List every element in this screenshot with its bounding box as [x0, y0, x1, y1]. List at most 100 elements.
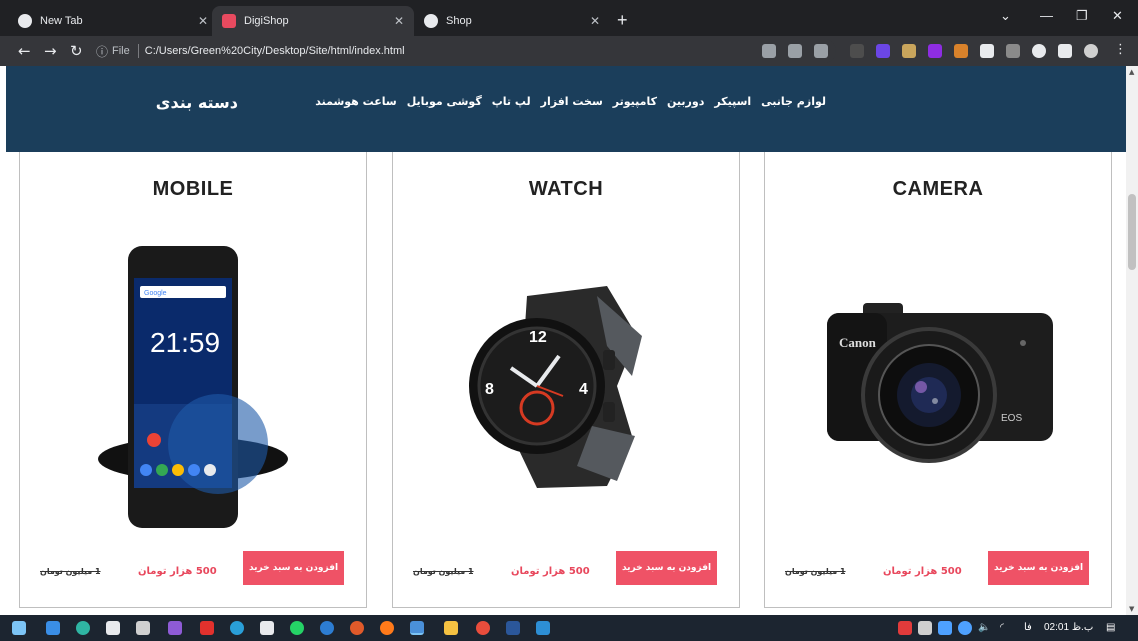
youtube-icon[interactable]: [200, 621, 214, 635]
price-old: 1 میلیون تومان: [40, 567, 101, 576]
browser-tab-strip: New Tab ✕ DigiShop ✕ Shop ✕ + ⌄ — ❐ ✕: [0, 0, 1138, 36]
watch-numeral-4: 4: [579, 381, 588, 398]
category-item[interactable]: اسپیکر: [714, 95, 751, 108]
info-icon[interactable]: ⓘ: [96, 43, 108, 60]
product-card-watch: WATCH 12 8 4 افزودن به سبد خرید 500 هزار…: [392, 152, 740, 608]
app-red-icon[interactable]: [476, 621, 490, 635]
edge-icon[interactable]: [76, 621, 90, 635]
price-new: 500 هزار تومان: [511, 566, 590, 577]
address-divider: [137, 44, 139, 58]
extension-purple-icon[interactable]: [876, 44, 890, 58]
new-tab-button[interactable]: +: [617, 10, 628, 31]
category-item[interactable]: گوشی موبایل: [407, 95, 482, 108]
network-icon[interactable]: ◜: [1000, 622, 1004, 633]
notepad-icon[interactable]: [260, 621, 274, 635]
minimize-icon[interactable]: —: [1040, 8, 1053, 23]
camera-icon: Canon EOS: [827, 303, 1053, 463]
category-item[interactable]: کامپیوتر: [613, 95, 657, 108]
app-yellow-icon[interactable]: [444, 621, 458, 635]
chrome-icon: [18, 14, 32, 28]
add-to-cart-button[interactable]: افزودن به سبد خرید: [243, 551, 344, 585]
scroll-down-icon[interactable]: ▼: [1129, 605, 1134, 613]
page-viewport: دسته بندی لوازم جانبی اسپیکر دوربین کامپ…: [0, 66, 1126, 615]
tray-app-icon[interactable]: [898, 621, 912, 635]
file-explorer-icon[interactable]: [46, 621, 60, 635]
product-title: MOBILE: [152, 178, 234, 200]
address-bar[interactable]: ⓘ File C:/Users/Green%20City/Desktop/Sit…: [96, 39, 836, 63]
extension-w-icon[interactable]: [928, 44, 942, 58]
close-tab-icon[interactable]: ✕: [590, 14, 600, 28]
tab-search-icon[interactable]: ⌄: [1000, 8, 1011, 24]
close-tab-icon[interactable]: ✕: [394, 14, 404, 28]
page-scrollbar[interactable]: ▲ ▼: [1126, 66, 1138, 615]
add-to-cart-button[interactable]: افزودن به سبد خرید: [616, 551, 717, 585]
product-title: WATCH: [528, 178, 604, 200]
digishop-icon: [222, 14, 236, 28]
app-blue-icon[interactable]: [320, 621, 334, 635]
watch-numeral-8: 8: [485, 381, 494, 398]
product-card-mobile: MOBILE Google 21:59 افزودن به سبد خرید 5…: [19, 152, 367, 608]
windows-taskbar: 🔈 ◜ فا 02:01 ب.ظ ▤: [0, 615, 1138, 641]
phone-search-brand: Google: [144, 290, 167, 297]
scroll-up-icon[interactable]: ▲: [1129, 68, 1134, 76]
reload-icon[interactable]: ↻: [70, 42, 83, 60]
add-to-cart-button[interactable]: افزودن به سبد خرید: [988, 551, 1089, 585]
category-item[interactable]: لوازم جانبی: [761, 95, 826, 108]
language-indicator[interactable]: فا: [1024, 622, 1032, 633]
taskbar-clock[interactable]: 02:01 ب.ظ: [1044, 622, 1093, 633]
store-icon[interactable]: [106, 621, 120, 635]
watch-numeral-12: 12: [529, 329, 547, 346]
tray-search-icon[interactable]: [958, 621, 972, 635]
phone-icon: Google 21:59: [98, 246, 288, 528]
product-title: CAMERA: [892, 178, 984, 200]
word-icon[interactable]: [506, 621, 520, 635]
browser-toolbar: ← → ↻ ⓘ File C:/Users/Green%20City/Deskt…: [0, 36, 1138, 66]
close-window-icon[interactable]: ✕: [1112, 8, 1123, 24]
tray-shield-icon[interactable]: [938, 621, 952, 635]
close-tab-icon[interactable]: ✕: [198, 14, 208, 28]
category-item[interactable]: ساعت هوشمند: [315, 95, 397, 108]
firefox-icon[interactable]: [380, 621, 394, 635]
profile-avatar[interactable]: [1084, 44, 1098, 58]
extension-orange-icon[interactable]: [954, 44, 968, 58]
category-item[interactable]: دوربین: [667, 95, 704, 108]
notifications-icon[interactable]: ▤: [1106, 622, 1115, 633]
translate-icon[interactable]: [762, 44, 776, 58]
tray-keyboard-icon[interactable]: [918, 621, 932, 635]
telegram-icon[interactable]: [230, 621, 244, 635]
back-icon[interactable]: ←: [18, 42, 31, 60]
tab-shop[interactable]: Shop ✕: [414, 6, 610, 36]
menu-kebab-icon[interactable]: ⋮: [1114, 42, 1127, 57]
extension-grey-icon[interactable]: [1006, 44, 1020, 58]
bookmark-star-icon[interactable]: [814, 44, 828, 58]
share-icon[interactable]: [788, 44, 802, 58]
url-text[interactable]: C:/Users/Green%20City/Desktop/Site/html/…: [145, 45, 405, 57]
product-card-camera: CAMERA Canon EOS افزودن به سبد خرید 500 …: [764, 152, 1112, 608]
category-title: دسته بندی: [155, 93, 238, 112]
category-item[interactable]: سخت افزار: [541, 95, 603, 108]
scroll-thumb[interactable]: [1128, 194, 1136, 270]
visual-studio-icon[interactable]: [168, 621, 182, 635]
mail-icon[interactable]: [136, 621, 150, 635]
category-nav: دسته بندی لوازم جانبی اسپیکر دوربین کامپ…: [6, 66, 1126, 152]
extension-docs-icon[interactable]: [980, 44, 994, 58]
extensions-puzzle-icon[interactable]: [1032, 44, 1046, 58]
tab-digishop[interactable]: DigiShop ✕: [212, 6, 414, 36]
whatsapp-icon[interactable]: [290, 621, 304, 635]
camera-brand: Canon: [839, 335, 877, 350]
app-orange-icon[interactable]: [350, 621, 364, 635]
category-item[interactable]: لپ تاپ: [492, 95, 531, 108]
forward-icon[interactable]: →: [44, 42, 57, 60]
extension-fx-icon[interactable]: [850, 44, 864, 58]
price-new: 500 هزار تومان: [883, 566, 962, 577]
vscode-icon[interactable]: [536, 621, 550, 635]
phone-clock: 21:59: [150, 327, 220, 358]
side-panel-icon[interactable]: [1058, 44, 1072, 58]
tab-new-tab[interactable]: New Tab ✕: [8, 6, 218, 36]
chrome-taskbar-icon[interactable]: [410, 621, 424, 635]
restore-icon[interactable]: ❐: [1076, 8, 1088, 24]
extension-owl-icon[interactable]: [902, 44, 916, 58]
windows-start-icon[interactable]: [12, 621, 26, 635]
volume-icon[interactable]: 🔈: [978, 622, 990, 633]
scheme-label: File: [112, 45, 130, 57]
